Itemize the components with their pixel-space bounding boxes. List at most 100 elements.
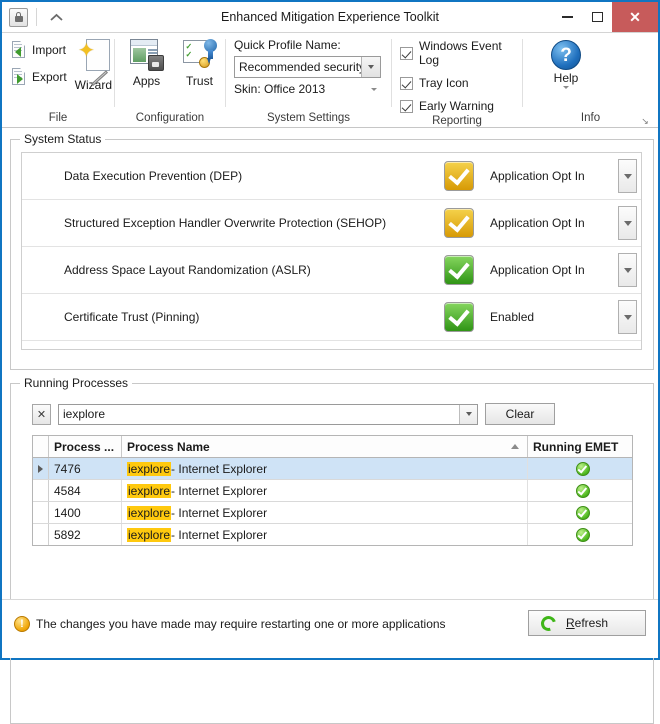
cell-process-name: iexplore - Internet Explorer: [122, 502, 528, 523]
checkbox-early-warning[interactable]: Early Warning: [400, 99, 494, 113]
dialog-launcher-icon[interactable]: ↘: [640, 116, 650, 126]
minimize-icon: [561, 16, 573, 18]
skin-label: Skin: Office 2013: [234, 82, 326, 96]
close-icon: ✕: [36, 408, 47, 421]
help-button[interactable]: ? Help: [537, 38, 595, 89]
wizard-button[interactable]: ✦ Wizard: [73, 38, 114, 92]
cell-process-name-rest: - Internet Explorer: [171, 505, 268, 520]
window-controls: ✕: [552, 2, 658, 32]
chevron-down-icon[interactable]: [361, 57, 380, 77]
chevron-down-icon[interactable]: [618, 253, 637, 287]
status-name: Data Execution Prevention (DEP): [64, 169, 243, 183]
clear-button[interactable]: Clear: [485, 403, 555, 425]
trust-icon: ✓ ✓: [182, 39, 217, 71]
table-row[interactable]: 5892 iexplore - Internet Explorer: [33, 524, 632, 545]
apps-button[interactable]: Apps: [121, 38, 172, 88]
check-ok-icon: [575, 527, 590, 542]
cell-running-emet: [528, 480, 632, 501]
chevron-down-icon[interactable]: [618, 159, 637, 193]
minimize-button[interactable]: [552, 2, 582, 32]
check-icon: [400, 99, 413, 113]
row-indicator: [33, 524, 49, 545]
trust-button[interactable]: ✓ ✓ Trust: [174, 38, 225, 88]
table-row[interactable]: 1400 iexplore - Internet Explorer: [33, 502, 632, 524]
cell-process-id: 1400: [49, 502, 122, 523]
checkbox-windows-event-log[interactable]: Windows Event Log: [400, 39, 522, 67]
apps-label: Apps: [132, 74, 161, 88]
cell-process-id: 7476: [49, 458, 122, 479]
check-icon: [400, 46, 413, 60]
cell-process-name: iexplore - Internet Explorer: [122, 458, 528, 479]
checkbox-tray-icon[interactable]: Tray Icon: [400, 76, 469, 90]
table-row[interactable]: 7476 iexplore - Internet Explorer: [33, 458, 632, 480]
cell-process-id: 4584: [49, 480, 122, 501]
checkbox-label: Windows Event Log: [419, 39, 502, 67]
import-icon: [12, 41, 27, 58]
clear-button-label: Clear: [505, 407, 535, 421]
close-icon: ✕: [629, 9, 641, 25]
system-status-group: System Status Data Execution Prevention …: [10, 132, 654, 370]
ribbon-group-label-info: Info ↘: [523, 110, 658, 127]
chevron-down-icon[interactable]: [618, 300, 637, 334]
cell-process-name-rest: - Internet Explorer: [171, 483, 268, 498]
status-row[interactable]: Address Space Layout Randomization (ASLR…: [22, 247, 641, 294]
quick-profile-label: Quick Profile Name:: [234, 38, 341, 52]
table-header-process-id[interactable]: Process ...: [49, 436, 122, 457]
refresh-button[interactable]: Refresh: [528, 610, 646, 636]
process-table: Process ... Process Name Running EMET 74…: [32, 435, 633, 546]
ribbon-group-file: Import Export ✦ Wizard File: [2, 33, 114, 127]
system-status-title: System Status: [20, 132, 106, 146]
quick-profile-combobox[interactable]: Recommended security ...: [234, 56, 381, 78]
maximize-button[interactable]: [582, 2, 612, 32]
running-processes-group: Running Processes ✕ iexplore Clear Proce…: [10, 376, 654, 724]
cell-running-emet: [528, 524, 632, 545]
close-button[interactable]: ✕: [612, 2, 658, 32]
status-state-icon-wrap: [430, 208, 488, 238]
row-indicator: [33, 502, 49, 523]
cell-process-name-rest: - Internet Explorer: [171, 527, 268, 542]
export-label: Export: [32, 69, 67, 84]
cell-running-emet: [528, 502, 632, 523]
restart-warning: ! The changes you have made may require …: [14, 616, 446, 632]
cell-process-name: iexplore - Internet Explorer: [122, 480, 528, 501]
check-ok-icon: [575, 505, 590, 520]
export-icon: [12, 68, 27, 85]
system-status-list: Data Execution Prevention (DEP) Applicat…: [21, 152, 642, 350]
table-header-indicator: [33, 436, 49, 457]
chevron-down-icon[interactable]: [459, 404, 477, 424]
quick-profile-value: Recommended security ...: [239, 60, 361, 74]
import-label: Import: [32, 42, 67, 57]
title-bar: Enhanced Mitigation Experience Toolkit ✕: [2, 2, 658, 32]
import-button[interactable]: Import: [12, 41, 67, 58]
help-icon: ?: [551, 40, 581, 70]
maximize-icon: [591, 12, 603, 22]
export-button[interactable]: Export: [12, 68, 67, 85]
running-processes-title: Running Processes: [20, 376, 133, 390]
process-filter-row: ✕ iexplore Clear: [32, 403, 555, 425]
table-row[interactable]: 4584 iexplore - Internet Explorer: [33, 480, 632, 502]
check-gold-icon: [444, 161, 474, 191]
status-row[interactable]: Data Execution Prevention (DEP) Applicat…: [22, 153, 641, 200]
cell-process-name: iexplore - Internet Explorer: [122, 524, 528, 545]
status-state-icon-wrap: [430, 161, 488, 191]
check-icon: [400, 76, 413, 90]
check-green-icon: [444, 302, 474, 332]
restart-warning-text: The changes you have made may require re…: [36, 617, 446, 631]
chevron-up-icon[interactable]: [47, 8, 65, 26]
table-header-running-emet[interactable]: Running EMET: [528, 436, 632, 457]
table-header-process-name[interactable]: Process Name: [122, 436, 528, 457]
process-filter-combobox[interactable]: iexplore: [58, 403, 478, 425]
status-row[interactable]: Structured Exception Handler Overwrite P…: [22, 200, 641, 247]
emet-main-window: Enhanced Mitigation Experience Toolkit ✕…: [0, 0, 660, 724]
process-filter-value[interactable]: iexplore: [59, 405, 459, 424]
ribbon-group-label-configuration: Configuration: [135, 112, 205, 124]
clear-filter-icon-button[interactable]: ✕: [32, 403, 51, 425]
lock-icon: [9, 7, 28, 27]
warning-icon: !: [14, 616, 30, 632]
status-row[interactable]: Certificate Trust (Pinning) Enabled: [22, 294, 641, 341]
chevron-down-icon[interactable]: [618, 206, 637, 240]
ribbon-group-configuration: Apps ✓ ✓ Trust Configuration: [115, 33, 225, 127]
cell-process-name-rest: - Internet Explorer: [171, 461, 268, 476]
check-green-icon: [444, 255, 474, 285]
skin-selector[interactable]: Skin: Office 2013: [234, 82, 381, 96]
